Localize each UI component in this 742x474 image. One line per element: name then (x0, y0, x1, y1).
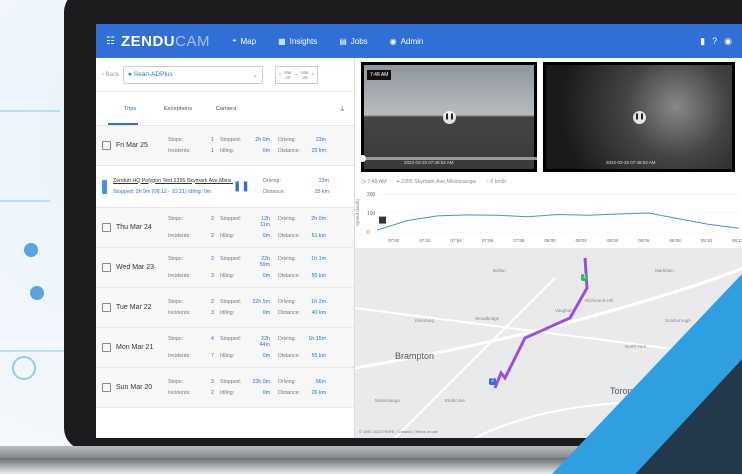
clock-icon: ◷ 7:48 AM (361, 179, 387, 185)
video-seek-bar[interactable] (361, 157, 537, 160)
calendar-icon (102, 263, 111, 272)
tab-camera[interactable]: Camera (202, 106, 250, 112)
chart-icon: ▦ (278, 36, 286, 46)
speed-series-line (376, 212, 740, 231)
day-row[interactable]: Tue Mar 22 Stops: 2 Stopped: 22h 5m Driving:… (96, 288, 354, 328)
speed-chart[interactable]: Speed (km/h) 200 100 0 07:50 07:52 07:54 07:56 0… (355, 188, 742, 246)
location-pin-icon: ⌖ 2355 Skymark Ave,Mississauga (396, 179, 476, 185)
nav-insights[interactable]: ▦ Insights (278, 37, 317, 46)
calendar-icon (102, 343, 111, 352)
trip-row[interactable]: Zendutt HQ Polygon Test 2355 Skymark Ave… (96, 166, 354, 208)
x-tick-label: 08:00 (544, 238, 556, 243)
circuit-trace (0, 200, 50, 202)
x-tick-label: 08:02 (576, 238, 588, 243)
y-tick-label: 200 (367, 192, 376, 198)
map-label-brampton: Brampton (395, 351, 435, 361)
day-label: Thu Mar 24 (116, 224, 152, 231)
logo[interactable]: ZENDUCAM (121, 33, 210, 50)
document-icon: ▤ (339, 36, 347, 46)
tab-bar: Trips Exceptions Camera ⤓ (96, 92, 354, 126)
vehicle-toolbar: ‹ Back ● Sean-ADPlus ⌄ ‹ Mar 20 – Mar 26 › (96, 58, 354, 92)
back-link[interactable]: ‹ Back (102, 72, 119, 78)
pause-icon[interactable]: ❚❚ (233, 181, 259, 192)
x-tick-label: 07:50 (388, 238, 400, 243)
day-label: Wed Mar 23 (116, 264, 154, 271)
trip-marker (102, 179, 107, 194)
trips-panel: ‹ Back ● Sean-ADPlus ⌄ ‹ Mar 20 – Mar 26 ›… (96, 58, 354, 438)
day-label: Fri Mar 25 (116, 142, 148, 149)
video-timestamp: 2022-03-25 07:48:04 AM (606, 160, 656, 165)
help-icon[interactable]: ? (712, 36, 717, 47)
trip-title-link[interactable]: Zendutt HQ Polygon Test 2355 Skymark Ave… (113, 176, 233, 187)
active-tab-indicator (108, 123, 138, 125)
calendar-icon (102, 223, 111, 232)
x-tick-label: 07:58 (513, 238, 525, 243)
day-row[interactable]: Sun Mar 20 Stops: 3 Stopped: 23h 0m Driving:… (96, 368, 354, 408)
speed-icon: ◔ 0 km/h (485, 179, 507, 185)
tab-exceptions[interactable]: Exceptions (154, 106, 202, 112)
x-tick-label: 08:10 (701, 238, 713, 243)
day-row[interactable]: Mon Mar 21 Stops: 4 Stopped: 22h 44m Driving… (96, 328, 354, 368)
nav-admin[interactable]: ◉ Admin (390, 37, 424, 46)
start-pin-icon[interactable]: 1 (581, 274, 588, 281)
day-label: Mon Mar 21 (116, 344, 154, 351)
x-tick-label: 08:12 (732, 238, 742, 243)
circuit-dot (30, 286, 44, 300)
account-icon[interactable]: ◉ (724, 36, 732, 47)
circuit-trace (0, 350, 64, 352)
date-range-picker[interactable]: ‹ Mar 20 – Mar 26 › (275, 65, 318, 84)
day-row[interactable]: Wed Mar 23 Stops: 2 Stopped: 22h 59m Driving… (96, 248, 354, 288)
x-tick-label: 08:08 (669, 238, 681, 243)
y-tick-label: 100 (367, 211, 376, 217)
grid-menu-icon[interactable]: ☷ (106, 36, 115, 47)
end-pin-icon[interactable]: 2 (489, 378, 496, 385)
chat-icon[interactable]: ▮ (700, 36, 705, 47)
top-navbar: ☷ ZENDUCAM ⌖ Map ▦ Insights ▤ Jobs ◉ Admin ▮… (96, 24, 742, 58)
location-info: ◷ 7:48 AM ⌖ 2355 Skymark Ave,Mississauga… (361, 179, 506, 186)
day-label: Tue Mar 22 (116, 304, 152, 311)
trip-summary: Stopped: 2h 9m (08:12 - 10:21) Idling: 0… (113, 188, 212, 195)
nav-map[interactable]: ⌖ Map (232, 36, 256, 46)
y-axis-label: Speed (km/h) (355, 198, 360, 226)
chart-cursor-marker (379, 216, 386, 224)
calendar-icon (102, 303, 111, 312)
download-icon[interactable]: ⤓ (340, 104, 344, 114)
calendar-icon (102, 141, 111, 150)
user-icon: ◉ (389, 36, 397, 46)
video-timestamp: 2022-03-25 07:48:04 AM (404, 160, 454, 165)
x-tick-label: 07:56 (482, 238, 494, 243)
x-tick-label: 07:52 (419, 238, 431, 243)
y-tick-label: 0 (367, 230, 370, 236)
video-time-badge: 7:48 AM (367, 70, 392, 80)
seek-handle[interactable] (359, 155, 366, 162)
day-row[interactable]: Fri Mar 25 Stops: 1 Stopped: 2h 0m Driving: 2… (96, 126, 354, 166)
date-from: Mar 20 (284, 69, 292, 80)
chevron-left-icon[interactable]: ‹ (279, 72, 281, 78)
day-row[interactable]: Thu Mar 24 Stops: 2 Stopped: 12h 11m Driving… (96, 208, 354, 248)
circuit-ring (12, 356, 36, 380)
tab-trips[interactable]: Trips (106, 106, 154, 112)
nav-jobs[interactable]: ▤ Jobs (339, 37, 367, 46)
front-camera-video[interactable]: 7:48 AM ❚❚ 2022-03-25 07:48:04 AM (361, 62, 537, 172)
chevron-right-icon[interactable]: › (312, 72, 314, 78)
calendar-icon (102, 383, 111, 392)
pause-icon[interactable]: ❚❚ (633, 111, 646, 124)
map-pin-icon: ⌖ (231, 36, 237, 45)
circuit-dot (24, 243, 38, 257)
cabin-camera-video[interactable]: ❚❚ 2022-03-25 07:48:04 AM (543, 62, 735, 172)
x-tick-label: 07:54 (451, 238, 463, 243)
map-attribution: © 1987-2022 HERE | Canada | Terms of use (359, 429, 438, 434)
chevron-down-icon: ⌄ (252, 71, 259, 79)
day-label: Sun Mar 20 (116, 384, 153, 391)
app-screen: ☷ ZENDUCAM ⌖ Map ▦ Insights ▤ Jobs ◉ Admin ▮… (96, 24, 742, 438)
x-tick-label: 08:06 (638, 238, 650, 243)
date-to: Mar 26 (301, 69, 309, 80)
circuit-trace (0, 110, 60, 112)
pause-icon[interactable]: ❚❚ (443, 111, 456, 124)
vehicle-select[interactable]: ● Sean-ADPlus ⌄ (123, 65, 264, 84)
x-tick-label: 08:04 (607, 238, 619, 243)
